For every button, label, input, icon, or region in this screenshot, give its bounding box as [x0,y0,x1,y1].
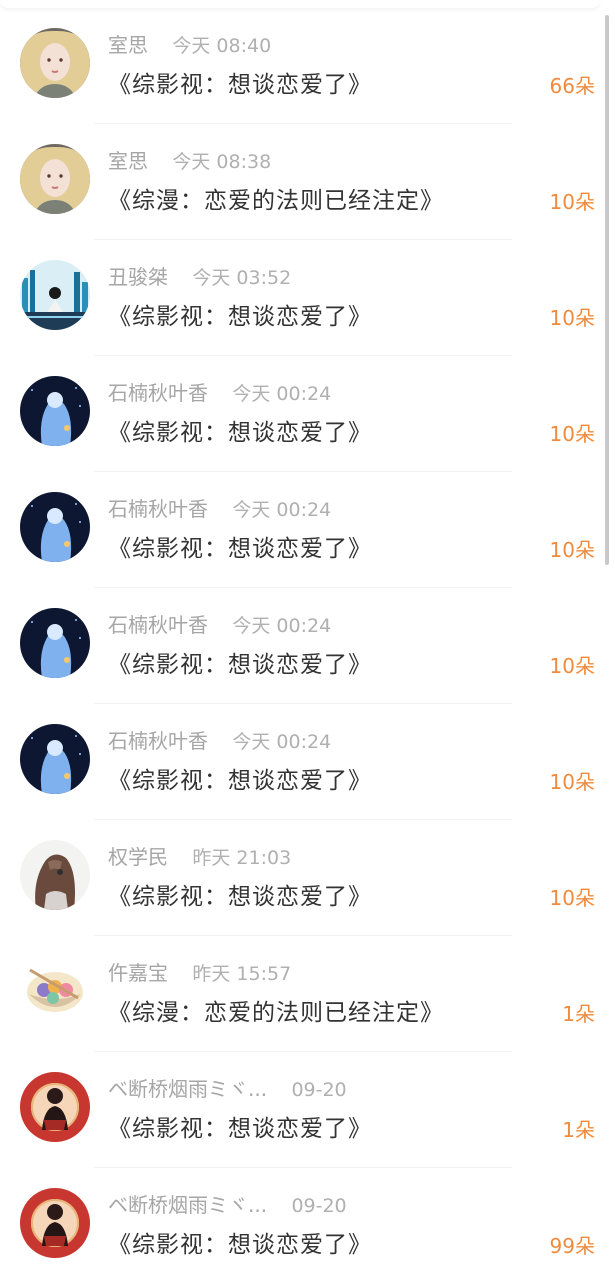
book-title[interactable]: 《综影视：想谈恋爱了》 [108,532,372,566]
username[interactable]: 仵嘉宝 [108,961,168,985]
timestamp: 09-20 [291,1195,347,1217]
record-meta: 仵嘉宝 昨天 15:57 [108,959,291,988]
scrollbar[interactable] [605,15,609,565]
gift-count: 66朵 [549,74,595,98]
book-title[interactable]: 《综影视：想谈恋爱了》 [108,68,372,102]
username[interactable]: 石楠秋叶香 [108,729,208,753]
list-item[interactable]: 石楠秋叶香 今天 00:24 《综影视：想谈恋爱了》 10朵 [0,696,615,820]
timestamp: 今天 00:24 [232,499,332,521]
timestamp: 今天 08:40 [172,35,272,57]
book-title[interactable]: 《综影视：想谈恋爱了》 [108,764,372,798]
red-warrior-avatar[interactable] [20,1072,90,1142]
book-title[interactable]: 《综漫：恋爱的法则已经注定》 [108,996,444,1030]
timestamp: 今天 00:24 [232,615,332,637]
timestamp: 今天 00:24 [232,731,332,753]
username[interactable]: 室思 [108,149,148,173]
username[interactable]: 石楠秋叶香 [108,497,208,521]
gift-count: 10朵 [549,422,595,446]
username[interactable]: 室思 [108,33,148,57]
record-meta: 室思 今天 08:40 [108,31,271,60]
gift-count: 99朵 [549,1234,595,1258]
record-meta: ベ断桥烟雨ミヾ... 09-20 [108,1075,347,1104]
username[interactable]: 权学民 [108,845,168,869]
list-item[interactable]: 石楠秋叶香 今天 00:24 《综影视：想谈恋爱了》 10朵 [0,348,615,472]
record-meta: 权学民 昨天 21:03 [108,843,291,872]
book-title[interactable]: 《综漫：恋爱的法则已经注定》 [108,184,444,218]
list-item[interactable]: ベ断桥烟雨ミヾ... 09-20 《综影视：想谈恋爱了》 1朵 [0,1044,615,1168]
list-item[interactable]: 权学民 昨天 21:03 《综影视：想谈恋爱了》 10朵 [0,812,615,936]
username[interactable]: ベ断桥烟雨ミヾ... [108,1193,267,1217]
timestamp: 昨天 15:57 [192,963,292,985]
gift-count: 1朵 [562,1002,595,1026]
list-item[interactable]: 石楠秋叶香 今天 00:24 《综影视：想谈恋爱了》 10朵 [0,464,615,588]
blue-city-avatar[interactable] [20,260,90,330]
book-title[interactable]: 《综影视：想谈恋爱了》 [108,1228,372,1262]
list-item[interactable]: 丑骏桀 今天 03:52 《综影视：想谈恋爱了》 10朵 [0,232,615,356]
night-girl-avatar[interactable] [20,724,90,794]
gift-count: 1朵 [562,1118,595,1142]
list-item[interactable]: 石楠秋叶香 今天 00:24 《综影视：想谈恋爱了》 10朵 [0,580,615,704]
food-bowl-avatar[interactable] [20,956,90,1026]
list-item[interactable]: 室思 今天 08:40 《综影视：想谈恋爱了》 66朵 [0,0,615,124]
red-warrior-avatar[interactable] [20,1188,90,1258]
list-item[interactable]: 室思 今天 08:38 《综漫：恋爱的法则已经注定》 10朵 [0,116,615,240]
username[interactable]: ベ断桥烟雨ミヾ... [108,1077,267,1101]
record-meta: 丑骏桀 今天 03:52 [108,263,291,292]
girl-back-avatar[interactable] [20,840,90,910]
night-girl-avatar[interactable] [20,376,90,446]
list-item[interactable]: ベ断桥烟雨ミヾ... 09-20 《综影视：想谈恋爱了》 99朵 [0,1160,615,1276]
night-girl-avatar[interactable] [20,492,90,562]
gift-count: 10朵 [549,886,595,910]
book-title[interactable]: 《综影视：想谈恋爱了》 [108,648,372,682]
username[interactable]: 丑骏桀 [108,265,168,289]
record-meta: 室思 今天 08:38 [108,147,271,176]
record-meta: 石楠秋叶香 今天 00:24 [108,611,331,640]
gift-count: 10朵 [549,654,595,678]
record-meta: ベ断桥烟雨ミヾ... 09-20 [108,1191,347,1220]
gift-count: 10朵 [549,770,595,794]
book-title[interactable]: 《综影视：想谈恋爱了》 [108,300,372,334]
timestamp: 今天 03:52 [192,267,292,289]
username[interactable]: 石楠秋叶香 [108,613,208,637]
book-title[interactable]: 《综影视：想谈恋爱了》 [108,1112,372,1146]
list-item[interactable]: 仵嘉宝 昨天 15:57 《综漫：恋爱的法则已经注定》 1朵 [0,928,615,1052]
girl-portrait-avatar[interactable] [20,144,90,214]
timestamp: 今天 08:38 [172,151,272,173]
night-girl-avatar[interactable] [20,608,90,678]
username[interactable]: 石楠秋叶香 [108,381,208,405]
book-title[interactable]: 《综影视：想谈恋爱了》 [108,880,372,914]
timestamp: 今天 00:24 [232,383,332,405]
gift-count: 10朵 [549,306,595,330]
record-meta: 石楠秋叶香 今天 00:24 [108,495,331,524]
record-meta: 石楠秋叶香 今天 00:24 [108,379,331,408]
girl-portrait-avatar[interactable] [20,28,90,98]
book-title[interactable]: 《综影视：想谈恋爱了》 [108,416,372,450]
record-meta: 石楠秋叶香 今天 00:24 [108,727,331,756]
timestamp: 09-20 [291,1079,347,1101]
gift-count: 10朵 [549,190,595,214]
gift-count: 10朵 [549,538,595,562]
timestamp: 昨天 21:03 [192,847,292,869]
